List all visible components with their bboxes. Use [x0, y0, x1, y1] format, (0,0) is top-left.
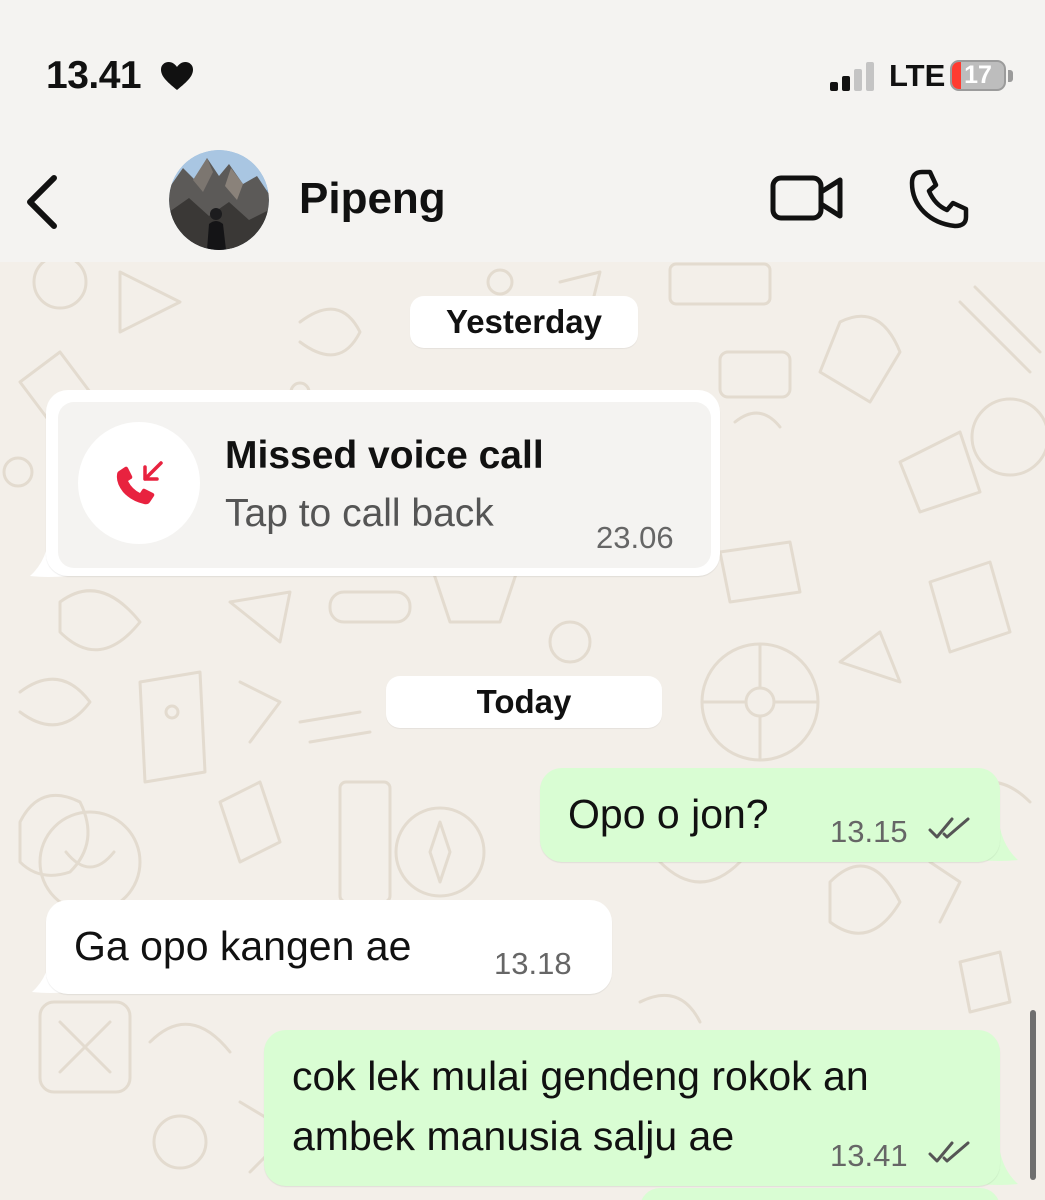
outgoing-message[interactable]: cok lek mulai gendeng rokok an ambek man… [264, 1030, 1000, 1186]
network-type: LTE [889, 58, 946, 93]
phone-icon[interactable] [908, 168, 970, 230]
battery-level: 17 [964, 61, 992, 89]
message-text-line-2: ambek manusia salju ae [292, 1113, 735, 1159]
outgoing-message-partial[interactable] [640, 1188, 1000, 1200]
double-check-icon [928, 1141, 970, 1163]
date-separator-today: Today [386, 676, 662, 728]
chevron-left-icon[interactable] [22, 172, 62, 232]
message-timestamp: 13.41 [830, 1138, 908, 1173]
missed-call-icon-circle [78, 422, 200, 544]
missed-call-icon [116, 461, 163, 505]
missed-call-title: Missed voice call [225, 434, 544, 477]
top-bar: 13.41 LTE 17 Pipeng [0, 0, 1045, 262]
outgoing-message[interactable]: Opo o jon? 13.15 [540, 768, 1000, 862]
message-timestamp: 23.06 [596, 520, 674, 555]
heart-icon [161, 62, 193, 90]
missed-call-card[interactable]: Missed voice call Tap to call back 23.06 [58, 402, 711, 568]
contact-name[interactable]: Pipeng [299, 174, 446, 224]
message-text-line-1: cok lek mulai gendeng rokok an [292, 1053, 869, 1099]
avatar[interactable] [169, 150, 269, 250]
signal-icon [830, 62, 874, 91]
scrollbar[interactable] [1030, 1010, 1036, 1180]
chat-area[interactable]: Yesterday Missed voice call Tap to call … [0, 262, 1045, 1200]
message-text: Opo o jon? [568, 791, 769, 837]
video-camera-icon[interactable] [770, 172, 844, 224]
missed-call-message[interactable]: Missed voice call Tap to call back 23.06 [46, 390, 720, 576]
battery-icon: 17 [950, 60, 1016, 93]
message-text: Ga opo kangen ae [74, 923, 412, 969]
status-time: 13.41 [46, 54, 142, 97]
double-check-icon [928, 817, 970, 839]
battery-nub [1008, 70, 1013, 82]
missed-call-subtitle[interactable]: Tap to call back [225, 492, 494, 536]
message-timestamp: 13.18 [494, 946, 572, 981]
date-separator-yesterday: Yesterday [410, 296, 638, 348]
message-timestamp: 13.15 [830, 814, 908, 849]
incoming-message[interactable]: Ga opo kangen ae 13.18 [46, 900, 612, 994]
